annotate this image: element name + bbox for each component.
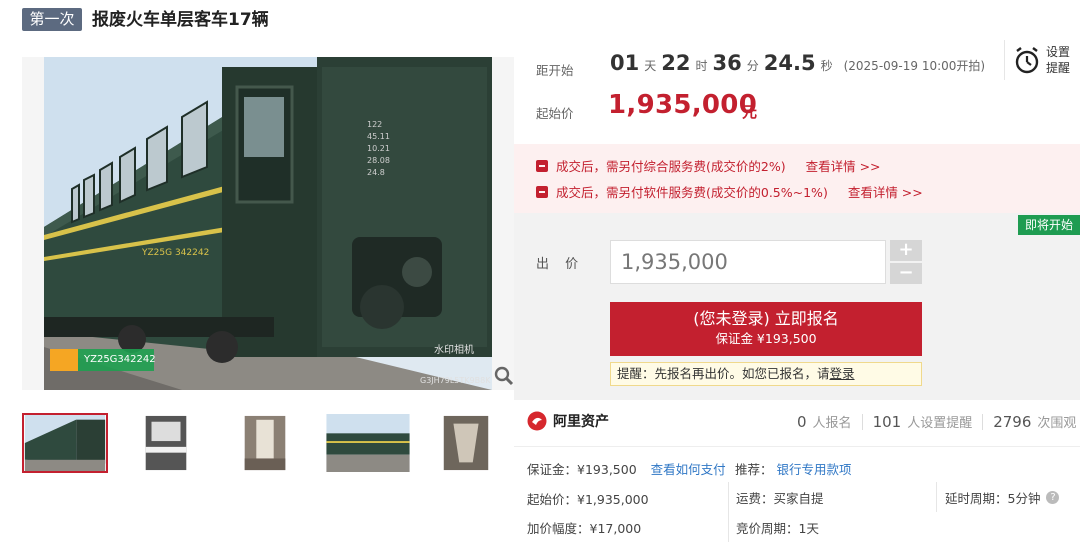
reminder-count: 101 — [872, 413, 902, 431]
divider — [728, 482, 729, 542]
register-button-label: (您未登录) 立即报名 — [693, 309, 839, 328]
status-badge: 即将开始 — [1018, 215, 1080, 235]
gallery-thumbnail[interactable] — [22, 413, 108, 473]
gallery-thumbnail[interactable] — [423, 413, 509, 473]
decrease-bid-button[interactable]: − — [890, 263, 922, 284]
cycle-value: 1天 — [798, 521, 819, 536]
signup-count: 0 — [797, 413, 807, 431]
login-reminder-text: 提醒：先报名再出价。如您已报名，请 — [617, 366, 830, 381]
train-photo: 122 45.11 10.21 28.08 24.8 YZ25G 342242 … — [22, 57, 514, 390]
deposit-value: ¥193,500 — [577, 462, 637, 477]
starting-price-label: 起始价 — [536, 106, 574, 121]
increment-label: 加价幅度： — [527, 521, 590, 536]
countdown-days: 01 — [610, 51, 640, 75]
auction-round-tag: 第一次 — [22, 8, 82, 31]
fee-icon — [536, 159, 548, 172]
svg-text:水印相机: 水印相机 — [434, 343, 474, 356]
start-value: ¥1,935,000 — [577, 492, 649, 507]
svg-text:45.11: 45.11 — [367, 132, 390, 141]
countdown: 01 天 22 时 36 分 24.5 秒 (2025-09-19 10:00开… — [610, 50, 985, 76]
delay-value: 5分钟 — [1007, 491, 1041, 506]
fee-details-link[interactable]: 查看详情 >> — [806, 156, 881, 175]
zoom-icon[interactable] — [494, 366, 514, 386]
login-reminder: 提醒：先报名再出价。如您已报名，请登录 — [610, 362, 922, 386]
delay-info: 延时周期：5分钟 ? — [945, 488, 1060, 507]
divider — [936, 482, 937, 512]
svg-text:G3JH79L5TK9B8K: G3JH79L5TK9B8K — [420, 376, 491, 385]
svg-text:28.08: 28.08 — [367, 156, 390, 165]
countdown-label: 距开始 — [536, 63, 574, 78]
svg-text:10.21: 10.21 — [367, 144, 390, 153]
starting-price-value: 1,935,000 — [608, 90, 758, 120]
countdown-minutes-unit: 分 — [746, 59, 759, 73]
deposit-info: 保证金：¥193,500 查看如何支付 — [527, 459, 726, 478]
recommend-label: 推荐： — [735, 462, 773, 477]
register-now-button[interactable]: (您未登录) 立即报名 保证金 ¥193,500 — [610, 302, 922, 356]
bid-label: 出 价 — [536, 257, 585, 272]
fee-row: 成交后，需另付综合服务费(成交价的2%) 查看详情 >> — [536, 156, 881, 175]
gallery-thumbnail[interactable] — [222, 413, 308, 473]
countdown-seconds-unit: 秒 — [820, 59, 833, 73]
how-to-pay-link[interactable]: 查看如何支付 — [651, 462, 726, 477]
view-unit: 次围观 — [1037, 416, 1077, 431]
fee-notice: 成交后，需另付综合服务费(成交价的2%) 查看详情 >> 成交后，需另付软件服务… — [514, 144, 1080, 213]
page-title: 报废火车单层客车17辆 — [92, 10, 269, 30]
recommend-info: 推荐： 银行专用款项 — [735, 459, 852, 478]
starting-price-unit: 元 — [742, 103, 758, 121]
cycle-info: 竞价周期：1天 — [736, 518, 819, 537]
set-reminder-button[interactable]: 设置 提醒 — [1014, 42, 1076, 78]
view-count: 2796 — [993, 413, 1032, 431]
gallery-thumbnail[interactable] — [123, 413, 209, 473]
deposit-subtitle: 保证金 ¥193,500 — [715, 331, 817, 346]
fee-text: 成交后，需另付软件服务费(成交价的0.5%~1%) — [556, 185, 828, 200]
reminder-unit: 人设置提醒 — [907, 416, 973, 431]
login-link[interactable]: 登录 — [830, 366, 855, 381]
watermark-logo-icon — [50, 349, 78, 371]
reminder-line2: 提醒 — [1046, 61, 1071, 75]
bid-amount-input[interactable]: 1,935,000 — [610, 240, 886, 284]
divider — [982, 413, 984, 430]
signup-unit: 人报名 — [812, 416, 852, 431]
starting-price-info: 起始价：¥1,935,000 — [527, 489, 649, 508]
increment-info: 加价幅度：¥17,000 — [527, 518, 641, 537]
alarm-clock-icon — [1015, 47, 1039, 74]
reminder-line1: 设置 — [1046, 45, 1071, 59]
gallery-thumbnail[interactable] — [325, 413, 411, 473]
countdown-minutes: 36 — [712, 51, 742, 75]
deposit-label: 保证金： — [527, 462, 578, 477]
freight-label: 运费： — [736, 491, 774, 506]
freight-value: 买家自提 — [773, 491, 824, 506]
divider — [514, 446, 1080, 447]
countdown-seconds: 24.5 — [763, 51, 816, 75]
fee-details-link[interactable]: 查看详情 >> — [848, 182, 923, 201]
increase-bid-button[interactable]: + — [890, 240, 922, 261]
countdown-hours-unit: 时 — [695, 59, 708, 73]
svg-text:122: 122 — [367, 120, 382, 129]
svg-text:24.8: 24.8 — [367, 168, 385, 177]
main-photo[interactable]: 122 45.11 10.21 28.08 24.8 YZ25G 342242 … — [22, 57, 514, 390]
bank-payment-link[interactable]: 银行专用款项 — [777, 462, 852, 477]
fee-row: 成交后，需另付软件服务费(成交价的0.5%~1%) 查看详情 >> — [536, 182, 923, 201]
help-icon[interactable]: ? — [1046, 491, 1060, 504]
fee-icon — [536, 185, 548, 198]
cycle-label: 竞价周期： — [736, 521, 799, 536]
fee-text: 成交后，需另付综合服务费(成交价的2%) — [556, 159, 786, 174]
countdown-days-unit: 天 — [644, 59, 657, 73]
divider — [1004, 40, 1005, 80]
brand-name: 阿里资产 — [553, 414, 609, 430]
delay-label: 延时周期： — [945, 491, 1008, 506]
ali-assets-brand[interactable]: 阿里资产 — [527, 411, 609, 431]
start-label: 起始价： — [527, 492, 578, 507]
countdown-hours: 22 — [661, 51, 691, 75]
start-time-note: (2025-09-19 10:00开拍) — [843, 59, 986, 73]
auction-stats: 0 人报名 101 人设置提醒 2796 次围观 — [797, 412, 1076, 431]
ali-assets-logo-icon — [527, 411, 547, 431]
divider — [861, 413, 863, 430]
freight-info: 运费：买家自提 — [736, 488, 824, 507]
increment-value: ¥17,000 — [589, 521, 642, 536]
svg-text:YZ25G 342242: YZ25G 342242 — [141, 248, 209, 258]
